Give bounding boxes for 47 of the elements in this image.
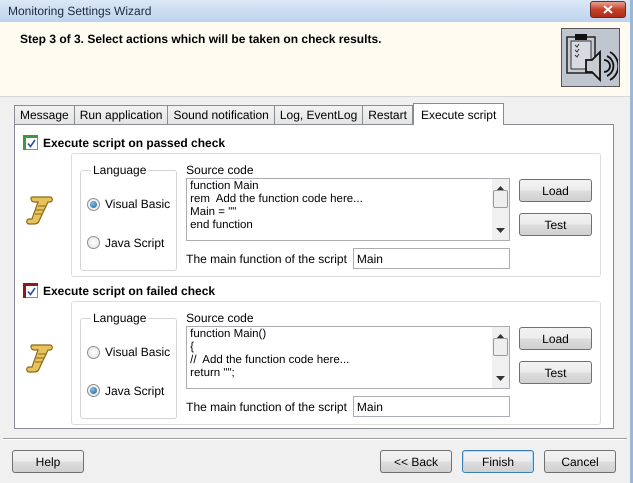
checkbox-label[interactable]: Execute script on passed check	[43, 136, 226, 150]
source-code-field[interactable]: function Main() { // Add the function code here... return "";	[186, 326, 510, 389]
scroll-down-icon[interactable]	[496, 376, 505, 382]
tab[interactable]: Log, EventLog	[274, 105, 364, 124]
checkbox-label[interactable]: Execute script on failed check	[43, 284, 216, 298]
action-button[interactable]: Load	[519, 327, 592, 350]
close-icon[interactable]	[603, 4, 613, 14]
group-label: Language	[92, 163, 148, 177]
radio-label[interactable]: Visual Basic	[105, 197, 170, 212]
radio-button[interactable]	[87, 346, 100, 359]
tab[interactable]: Restart	[362, 105, 413, 124]
field-label: Source code	[186, 163, 255, 177]
field-label: Source code	[186, 311, 255, 325]
step-description: Step 3 of 3. Select actions which will be taken on check results.	[20, 32, 382, 48]
scrollbar-thumb[interactable]	[493, 190, 508, 208]
scrollbar[interactable]	[492, 327, 509, 388]
main-function-field[interactable]: Main	[352, 396, 510, 417]
wizard-button[interactable]: << Back	[380, 450, 452, 473]
radio-button[interactable]	[87, 384, 100, 398]
field-label: The main function of the script	[186, 400, 348, 414]
field-label: The main function of the script	[186, 252, 348, 266]
scrollbar-thumb[interactable]	[493, 338, 508, 356]
main-function-field[interactable]: Main	[352, 248, 510, 269]
radio-button[interactable]	[87, 198, 100, 211]
scroll-icon	[26, 194, 54, 226]
scrollbar[interactable]	[492, 179, 509, 240]
action-button[interactable]: Load	[519, 179, 592, 202]
radio-label[interactable]: Visual Basic	[105, 345, 170, 360]
wizard-button[interactable]: Finish	[462, 450, 534, 473]
tab[interactable]: Sound notification	[167, 105, 275, 124]
source-code-field[interactable]: function Main rem Add the function code here... Main = "" end function	[186, 178, 510, 241]
window-title: Monitoring Settings Wizard	[8, 4, 152, 18]
action-button[interactable]: Test	[519, 213, 592, 236]
action-button[interactable]: Test	[519, 361, 592, 384]
wizard-button[interactable]: Cancel	[544, 450, 616, 473]
radio-label[interactable]: Java Script	[105, 384, 164, 398]
clipboard-speaker-icon	[564, 32, 618, 84]
radio-label[interactable]: Java Script	[105, 236, 164, 250]
radio-button[interactable]	[87, 236, 100, 250]
group-label: Language	[92, 311, 148, 325]
scroll-icon	[26, 342, 54, 374]
scroll-down-icon[interactable]	[496, 228, 505, 234]
tab[interactable]: Execute script	[412, 103, 504, 125]
tab[interactable]: Message	[14, 105, 75, 124]
tab[interactable]: Run application	[74, 105, 168, 124]
close-button[interactable]	[590, 0, 626, 18]
wizard-button[interactable]: Help	[12, 450, 84, 473]
